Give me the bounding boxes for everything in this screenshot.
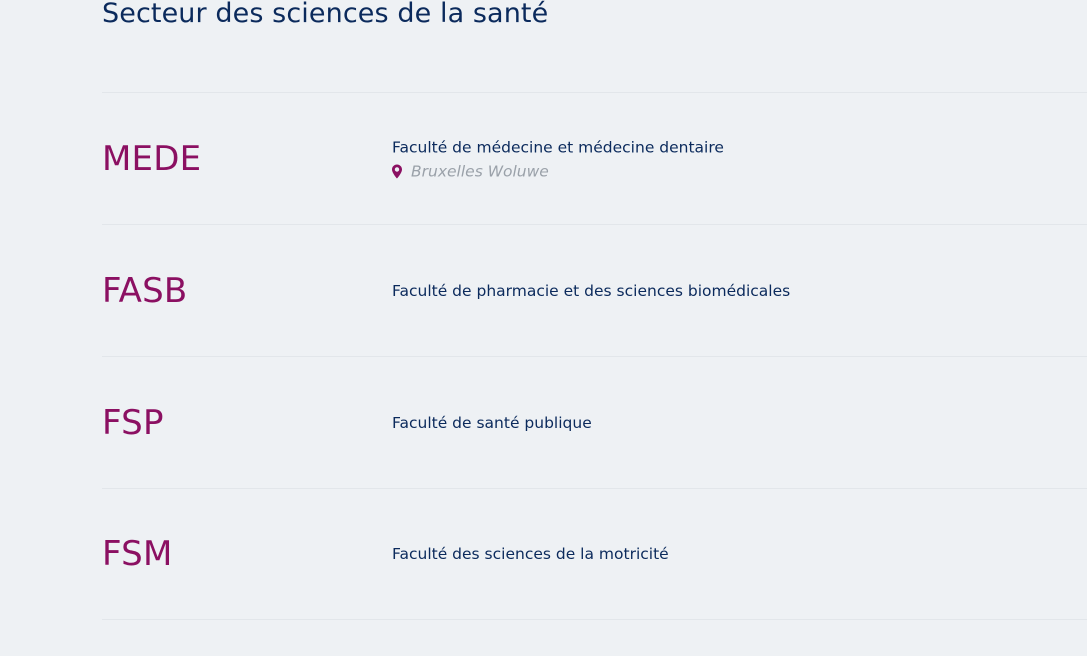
faculty-code: FASB xyxy=(102,270,188,311)
location-label: Bruxelles Woluwe xyxy=(411,162,549,180)
faculty-name-link[interactable]: Faculté de santé publique xyxy=(392,412,592,434)
faculty-row-mede: MEDE Faculté de médecine et médecine den… xyxy=(102,92,1087,224)
faculty-code: FSP xyxy=(102,402,164,443)
faculty-info: Faculté des sciences de la motricité xyxy=(392,543,669,565)
section-title: Secteur des sciences de la santé xyxy=(102,0,549,29)
faculty-row-fsp: FSP Faculté de santé publique xyxy=(102,356,1087,488)
faculty-list: MEDE Faculté de médecine et médecine den… xyxy=(102,92,1087,620)
faculty-info: Faculté de santé publique xyxy=(392,412,592,434)
faculty-row-fsm: FSM Faculté des sciences de la motricité xyxy=(102,488,1087,620)
faculty-name-link[interactable]: Faculté des sciences de la motricité xyxy=(392,543,669,565)
faculty-info: Faculté de médecine et médecine dentaire… xyxy=(392,136,724,181)
faculty-row-fasb: FASB Faculté de pharmacie et des science… xyxy=(102,224,1087,356)
faculty-name-link[interactable]: Faculté de pharmacie et des sciences bio… xyxy=(392,280,790,302)
faculty-info: Faculté de pharmacie et des sciences bio… xyxy=(392,280,790,302)
faculty-code: MEDE xyxy=(102,138,202,179)
faculty-sector-page: Secteur des sciences de la santé MEDE Fa… xyxy=(0,0,1087,656)
faculty-location: Bruxelles Woluwe xyxy=(392,161,724,181)
map-pin-icon xyxy=(392,164,402,178)
faculty-name-link[interactable]: Faculté de médecine et médecine dentaire xyxy=(392,136,724,158)
faculty-code: FSM xyxy=(102,534,173,574)
